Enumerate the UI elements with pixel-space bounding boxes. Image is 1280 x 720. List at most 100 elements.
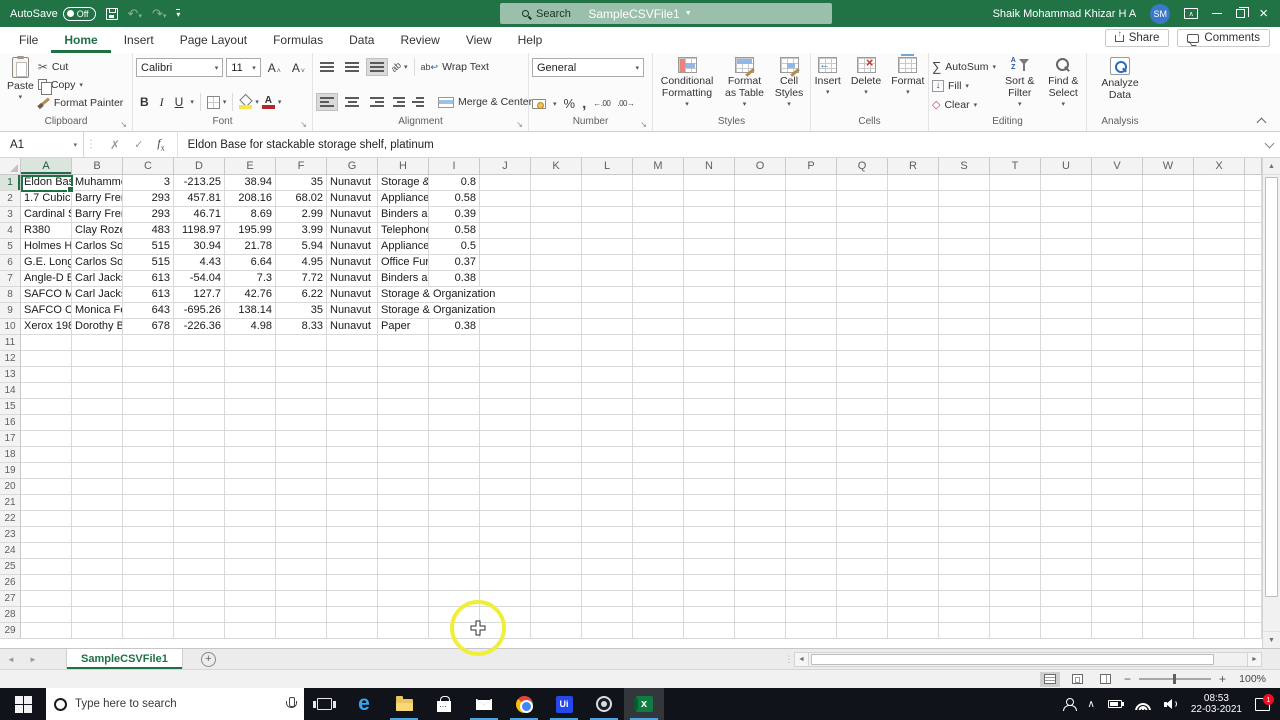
- cell-K2[interactable]: [531, 191, 582, 207]
- conditional-formatting-button[interactable]: Conditional Formatting ▾: [656, 55, 718, 113]
- sheet-tab-active[interactable]: SampleCSVFile1: [66, 649, 183, 669]
- align-middle-icon[interactable]: [341, 58, 363, 76]
- cell-U29[interactable]: [1041, 623, 1092, 639]
- cell-W29[interactable]: [1143, 623, 1194, 639]
- column-header-L[interactable]: L: [582, 158, 633, 175]
- cell-A28[interactable]: [21, 607, 72, 623]
- cell-U28[interactable]: [1041, 607, 1092, 623]
- cell-T28[interactable]: [990, 607, 1041, 623]
- cell-G6[interactable]: Nunavut: [327, 255, 378, 271]
- cell-W10[interactable]: [1143, 319, 1194, 335]
- cell-L1[interactable]: [582, 175, 633, 191]
- cell-W3[interactable]: [1143, 207, 1194, 223]
- cell-U5[interactable]: [1041, 239, 1092, 255]
- cell-C13[interactable]: [123, 367, 174, 383]
- cell-F21[interactable]: [276, 495, 327, 511]
- cell-H4[interactable]: Telephones and Communication: [378, 223, 429, 239]
- cell-J16[interactable]: [480, 415, 531, 431]
- align-center-icon[interactable]: [341, 93, 363, 111]
- cell-W25[interactable]: [1143, 559, 1194, 575]
- cell-T3[interactable]: [990, 207, 1041, 223]
- cell-I15[interactable]: [429, 399, 480, 415]
- cell-D28[interactable]: [174, 607, 225, 623]
- cell-D21[interactable]: [174, 495, 225, 511]
- cell-M4[interactable]: [633, 223, 684, 239]
- cell-H16[interactable]: [378, 415, 429, 431]
- cell-L29[interactable]: [582, 623, 633, 639]
- people-icon[interactable]: [1062, 698, 1077, 711]
- cell-V29[interactable]: [1092, 623, 1143, 639]
- row-header-17[interactable]: 17: [0, 431, 21, 447]
- cell-E12[interactable]: [225, 351, 276, 367]
- cell-L3[interactable]: [582, 207, 633, 223]
- cell-K26[interactable]: [531, 575, 582, 591]
- cell-F15[interactable]: [276, 399, 327, 415]
- cell-T9[interactable]: [990, 303, 1041, 319]
- cell-N11[interactable]: [684, 335, 735, 351]
- cell-W24[interactable]: [1143, 543, 1194, 559]
- cell-L10[interactable]: [582, 319, 633, 335]
- cell-G27[interactable]: [327, 591, 378, 607]
- cell-M6[interactable]: [633, 255, 684, 271]
- cell-D16[interactable]: [174, 415, 225, 431]
- insert-cells-button[interactable]: Insert▾: [811, 55, 845, 101]
- cell-J1[interactable]: [480, 175, 531, 191]
- cell-G9[interactable]: Nunavut: [327, 303, 378, 319]
- decrease-decimal-icon[interactable]: .00→: [617, 99, 635, 108]
- cell-V3[interactable]: [1092, 207, 1143, 223]
- cell-V2[interactable]: [1092, 191, 1143, 207]
- cell-X7[interactable]: [1194, 271, 1245, 287]
- cell-K10[interactable]: [531, 319, 582, 335]
- cell-M16[interactable]: [633, 415, 684, 431]
- cell-A5[interactable]: Holmes HEPA Air Purifier: [21, 239, 72, 255]
- cell-A7[interactable]: Angle-D Binders with Locking Rings, Labe…: [21, 271, 72, 287]
- cell-X8[interactable]: [1194, 287, 1245, 303]
- accounting-format-icon[interactable]: [532, 98, 546, 109]
- cell-O6[interactable]: [735, 255, 786, 271]
- cell-J28[interactable]: [480, 607, 531, 623]
- cell-U17[interactable]: [1041, 431, 1092, 447]
- column-header-M[interactable]: M: [633, 158, 684, 175]
- ribbon-display-options-icon[interactable]: ∧: [1184, 8, 1199, 19]
- cell-R26[interactable]: [888, 575, 939, 591]
- row-header-11[interactable]: 11: [0, 335, 21, 351]
- cell-Q28[interactable]: [837, 607, 888, 623]
- cell-V4[interactable]: [1092, 223, 1143, 239]
- cell-K27[interactable]: [531, 591, 582, 607]
- cell-K11[interactable]: [531, 335, 582, 351]
- cell-N8[interactable]: [684, 287, 735, 303]
- cell-C12[interactable]: [123, 351, 174, 367]
- cell-F10[interactable]: 8.33: [276, 319, 327, 335]
- column-header-K[interactable]: K: [531, 158, 582, 175]
- cell-U4[interactable]: [1041, 223, 1092, 239]
- excel-taskbar-button[interactable]: x: [624, 688, 664, 720]
- cell-T8[interactable]: [990, 287, 1041, 303]
- cell-J14[interactable]: [480, 383, 531, 399]
- column-header-F[interactable]: F: [276, 158, 327, 175]
- cell-K24[interactable]: [531, 543, 582, 559]
- cell-V13[interactable]: [1092, 367, 1143, 383]
- zoom-level[interactable]: 100%: [1234, 673, 1266, 685]
- cell-D23[interactable]: [174, 527, 225, 543]
- cell-I11[interactable]: [429, 335, 480, 351]
- sheet-prev-icon[interactable]: ◄: [0, 649, 22, 669]
- cell-K12[interactable]: [531, 351, 582, 367]
- cell-B7[interactable]: Carl Jackson: [72, 271, 123, 287]
- cell-Q16[interactable]: [837, 415, 888, 431]
- cell-W26[interactable]: [1143, 575, 1194, 591]
- row-header-1[interactable]: 1: [0, 175, 21, 191]
- cell-E11[interactable]: [225, 335, 276, 351]
- cell-E13[interactable]: [225, 367, 276, 383]
- cell-P15[interactable]: [786, 399, 837, 415]
- row-header-4[interactable]: 4: [0, 223, 21, 239]
- cell-Q12[interactable]: [837, 351, 888, 367]
- cell-O7[interactable]: [735, 271, 786, 287]
- cell-D10[interactable]: -226.36: [174, 319, 225, 335]
- comma-style-icon[interactable]: ,: [582, 96, 586, 111]
- cell-W23[interactable]: [1143, 527, 1194, 543]
- cell-Q7[interactable]: [837, 271, 888, 287]
- cell-R6[interactable]: [888, 255, 939, 271]
- cell-R25[interactable]: [888, 559, 939, 575]
- chrome-button[interactable]: [504, 688, 544, 720]
- cell-N18[interactable]: [684, 447, 735, 463]
